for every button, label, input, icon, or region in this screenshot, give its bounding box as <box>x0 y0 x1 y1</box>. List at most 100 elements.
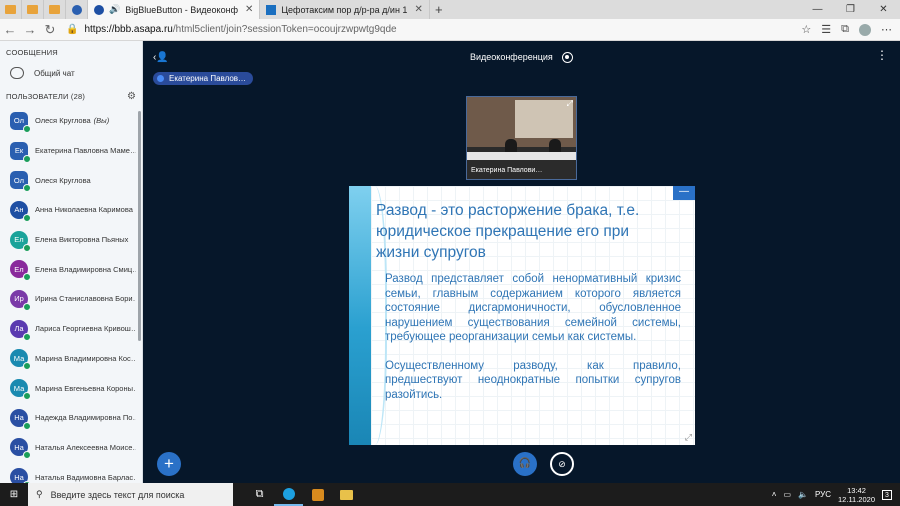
user-name: Ирина Станиславовна Бори… <box>35 294 136 303</box>
refresh-icon[interactable]: ↻ <box>40 22 60 38</box>
pinned-tab-1[interactable] <box>0 0 22 19</box>
taskbar-search-field[interactable]: ⚲ Введите здесь текст для поиска <box>28 483 233 506</box>
user-list-item[interactable]: Ек Екатерина Павловна Маме… <box>0 136 142 166</box>
user-name-text: Олеся Круглова <box>35 175 91 185</box>
avatar-initials: На <box>14 413 24 423</box>
leave-audio-button[interactable]: 🎧 <box>513 452 537 476</box>
users-header: ПОЛЬЗОВАТЕЛИ (28) <box>6 92 86 101</box>
url-path: /html5client/join?sessionToken=ocoujrzwp… <box>172 24 397 35</box>
windows-start-icon[interactable]: ⊞ <box>0 489 28 500</box>
user-name: Анна Николаевна Каримова <box>35 205 136 214</box>
gear-icon[interactable]: ⚙ <box>127 91 136 102</box>
taskbar-edge[interactable] <box>274 483 303 506</box>
messages-header: СООБЩЕНИЯ <box>6 48 58 57</box>
share-webcam-button[interactable]: ⊘ <box>550 452 574 476</box>
actions-plus-button[interactable]: + <box>157 452 181 476</box>
user-list-item[interactable]: Ма Марина Владимировна Кос… <box>0 344 142 374</box>
user-list-scrollbar[interactable] <box>138 111 141 341</box>
user-list-item[interactable]: Ма Марина Евгеньевна Короны… <box>0 373 142 403</box>
expand-video-icon[interactable]: ⤢ <box>567 99 573 109</box>
avatar: Ла <box>10 319 31 341</box>
language-indicator[interactable]: РУС <box>815 490 831 499</box>
minimize-presentation-button[interactable]: — <box>673 186 695 200</box>
close-tab-icon[interactable]: ✕ <box>245 4 253 15</box>
video-window <box>515 100 573 138</box>
taskbar-powerpoint[interactable] <box>303 483 332 506</box>
profile-avatar[interactable] <box>859 23 871 36</box>
user-name-text: Олеся Круглова <box>35 116 91 126</box>
user-name-text: Елена Викторовна Пьяных <box>35 235 129 245</box>
fullscreen-icon[interactable]: ⤢ <box>685 432 692 443</box>
user-name: Елена Владимировна Смиц… <box>35 265 136 274</box>
talking-indicator[interactable]: Екатерина Павлов… <box>153 72 254 85</box>
url-field[interactable]: 🔒 https://bbb.asapa.ru/html5client/join?… <box>66 24 801 35</box>
pinned-tab-3[interactable] <box>44 0 66 19</box>
close-window-icon[interactable]: ✕ <box>867 0 900 19</box>
user-name-text: Надежда Владимировна По… <box>35 413 136 423</box>
user-list-item[interactable]: На Надежда Владимировна По… <box>0 403 142 433</box>
network-icon[interactable]: ▭ <box>783 490 791 499</box>
collections-icon[interactable]: ⧉ <box>841 23 849 36</box>
page-icon <box>266 4 277 15</box>
more-menu-icon[interactable]: ⋯ <box>881 23 892 36</box>
forward-icon[interactable]: → <box>20 22 40 37</box>
windows-taskbar: ⊞ ⚲ Введите здесь текст для поиска ⧉ ˄ ▭… <box>0 483 900 506</box>
toggle-users-icon[interactable]: ‹👤 <box>153 52 169 63</box>
recording-icon[interactable] <box>562 52 573 63</box>
tab-cefotaxim[interactable]: Цефотаксим пор д/р-ра д/ин 1 ✕ <box>260 0 430 19</box>
avatar-initials: На <box>14 442 24 452</box>
public-chat-item[interactable]: Общий чат <box>0 57 142 85</box>
avatar-initials: Ел <box>14 264 24 274</box>
chevron-up-icon[interactable]: ˄ <box>772 490 777 499</box>
user-list-item[interactable]: Ла Лариса Георгиевна Кривош… <box>0 314 142 344</box>
tab-bigbluebutton[interactable]: 🔊 BigBlueButton - Видеоконф ✕ <box>88 0 261 19</box>
window-controls: — ❐ ✕ <box>801 0 900 19</box>
minimize-icon[interactable]: — <box>801 0 834 19</box>
avatar: Ан <box>10 200 31 222</box>
clock-time: 13:42 <box>847 485 866 495</box>
user-list-item[interactable]: Ол Олеся Круглова (Вы) <box>0 106 142 136</box>
slide-paragraph: Развод представляет собой ненормативный … <box>385 273 681 343</box>
avatar: Ек <box>10 141 31 163</box>
bbb-logo-icon <box>94 4 104 15</box>
user-list-item[interactable]: Ол Олеся Круглова <box>0 165 142 195</box>
microphone-icon <box>23 421 31 430</box>
user-list-item[interactable]: На Наталья Алексеевна Моисе… <box>0 433 142 463</box>
system-tray: ˄ ▭ 🔈 РУС 13:42 12.11.2020 3 <box>772 486 900 504</box>
volume-icon[interactable]: 🔈 <box>798 490 808 499</box>
task-view-icon[interactable]: ⧉ <box>245 483 274 506</box>
avatar: На <box>10 408 31 430</box>
favorites-icon[interactable]: ☰ <box>821 23 831 36</box>
avatar: Ир <box>10 289 31 311</box>
maximize-icon[interactable]: ❐ <box>834 0 867 19</box>
main-area: ‹👤 Видеоконференция ⋮ Екатерина Павлов… … <box>143 41 900 483</box>
browser-toolbar: ☆ ☰ ⧉ ⋯ <box>801 23 892 36</box>
folder-icon <box>340 489 353 500</box>
user-list-item[interactable]: Ан Анна Николаевна Каримова <box>0 195 142 225</box>
close-tab-icon[interactable]: ✕ <box>414 4 422 15</box>
user-name: Марина Владимировна Кос… <box>35 354 136 363</box>
new-tab-button[interactable]: + <box>430 2 448 17</box>
slide-body: Развод представляет собой ненормативный … <box>385 272 681 416</box>
microphone-icon <box>23 213 31 222</box>
user-name-text: Марина Евгеньевна Короны… <box>35 383 136 393</box>
taskbar-apps: ⧉ <box>245 483 361 506</box>
user-list-item[interactable]: Ел Елена Викторовна Пьяных <box>0 225 142 255</box>
microphone-icon <box>23 392 31 401</box>
public-chat-label: Общий чат <box>34 68 75 78</box>
user-list-item[interactable]: На Наталья Вадимовна Барлас… <box>0 462 142 483</box>
nav-bar: ‹👤 Видеоконференция ⋮ <box>143 41 900 75</box>
pinned-tab-4[interactable] <box>66 0 88 19</box>
notification-count: 3 <box>885 491 889 499</box>
user-list-item[interactable]: Ир Ирина Станиславовна Бори… <box>0 284 142 314</box>
webcam-video[interactable]: Екатерина Павлови… ⤢ <box>466 96 577 180</box>
options-menu-icon[interactable]: ⋮ <box>876 49 888 61</box>
back-icon[interactable]: ← <box>0 22 20 37</box>
user-list-item[interactable]: Ел Елена Владимировна Смиц… <box>0 254 142 284</box>
taskbar-explorer[interactable] <box>332 483 361 506</box>
notifications-icon[interactable]: 3 <box>882 489 892 500</box>
pinned-tab-2[interactable] <box>22 0 44 19</box>
favorite-star-icon[interactable]: ☆ <box>801 23 811 36</box>
chat-icon <box>10 67 24 79</box>
clock[interactable]: 13:42 12.11.2020 <box>838 486 875 504</box>
